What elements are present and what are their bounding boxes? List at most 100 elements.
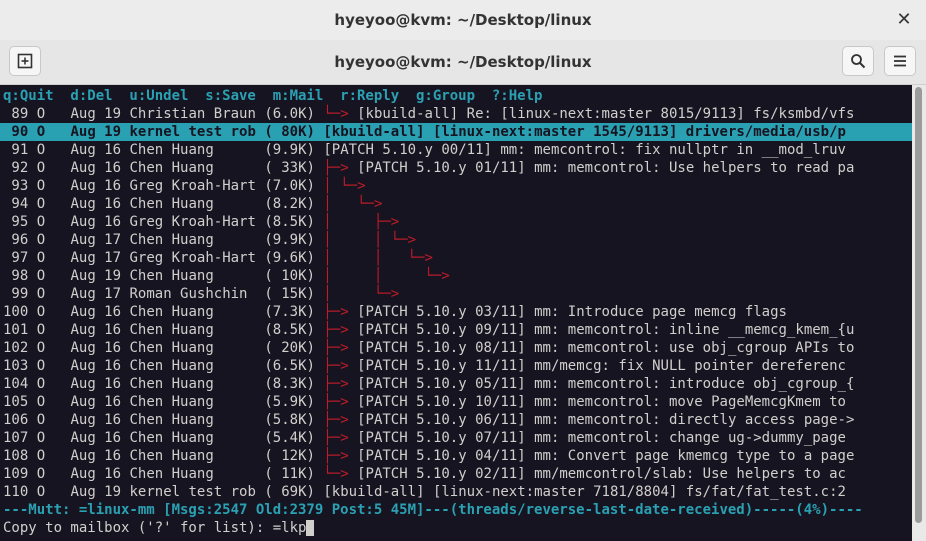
terminal-viewport[interactable]: q:Quit d:Del u:Undel s:Save m:Mail r:Rep…: [0, 85, 912, 541]
scrollbar-thumb[interactable]: [915, 87, 922, 523]
thread-tree: │ │ └─>: [314, 268, 450, 284]
message-row[interactable]: 107 O Aug 16 Chen Huang (5.4K) ├─> [PATC…: [3, 429, 846, 447]
message-sender: Chen Huang: [129, 430, 256, 446]
message-number: 102: [3, 340, 29, 356]
message-flag: O: [36, 268, 46, 284]
message-number: 97: [3, 250, 29, 266]
message-flag: O: [36, 250, 46, 266]
menu-button[interactable]: [884, 46, 916, 76]
message-size: ( 11K): [264, 466, 315, 482]
message-date: Aug 16: [70, 412, 122, 428]
message-sender: kernel test rob: [129, 484, 256, 500]
message-sender: Chen Huang: [129, 232, 256, 248]
terminal-scrollbar[interactable]: [912, 85, 926, 541]
message-row[interactable]: 100 O Aug 16 Chen Huang (7.3K) ├─> [PATC…: [3, 303, 787, 321]
thread-tree: ├─>: [314, 340, 349, 356]
message-number: 105: [3, 394, 29, 410]
window-title: hyeyoo@kvm: ~/Desktop/linux: [334, 11, 592, 29]
message-sender: Chen Huang: [129, 196, 256, 212]
message-sender: Chen Huang: [129, 268, 256, 284]
message-number: 100: [3, 304, 29, 320]
message-subject: [PATCH 5.10.y 02/11] mm/memcontrol/slab:…: [357, 466, 846, 482]
search-button[interactable]: [842, 46, 874, 76]
message-size: (8.5K): [264, 214, 315, 230]
message-row[interactable]: 101 O Aug 16 Chen Huang (8.5K) ├─> [PATC…: [3, 321, 854, 339]
message-sender: Chen Huang: [129, 448, 256, 464]
search-icon: [851, 54, 866, 69]
message-date: Aug 16: [70, 196, 122, 212]
message-size: (5.9K): [264, 394, 315, 410]
message-date: Aug 19: [70, 484, 122, 500]
thread-tree: │ │ └─>: [314, 232, 417, 248]
message-sender: Chen Huang: [129, 160, 256, 176]
message-flag: O: [36, 430, 46, 446]
message-row[interactable]: 110 O Aug 19 kernel test rob ( 69K) [kbu…: [3, 483, 846, 501]
message-size: ( 10K): [264, 268, 315, 284]
message-flag: O: [36, 196, 46, 212]
message-number: 108: [3, 448, 29, 464]
message-row[interactable]: 109 O Aug 16 Chen Huang ( 11K) └─> [PATC…: [3, 465, 846, 483]
message-size: ( 15K): [264, 286, 315, 302]
message-number: 103: [3, 358, 29, 374]
message-flag: O: [36, 160, 46, 176]
message-row[interactable]: 93 O Aug 16 Greg Kroah-Hart (7.0K) │ └─>: [3, 177, 374, 195]
message-sender: Roman Gushchin: [129, 286, 256, 302]
message-number: 91: [3, 142, 29, 158]
message-number: 99: [3, 286, 29, 302]
thread-tree: └─>: [314, 466, 349, 482]
message-number: 94: [3, 196, 29, 212]
message-date: Aug 16: [70, 160, 122, 176]
message-row[interactable]: 97 O Aug 17 Greg Kroah-Hart (9.6K) │ │ └…: [3, 249, 441, 267]
text-cursor: [306, 520, 315, 536]
message-date: Aug 16: [70, 322, 122, 338]
message-size: (8.3K): [264, 376, 315, 392]
message-row[interactable]: 108 O Aug 16 Chen Huang ( 12K) ├─> [PATC…: [3, 447, 854, 465]
message-row[interactable]: 96 O Aug 17 Chen Huang (9.9K) │ │ └─>: [3, 231, 425, 249]
message-row[interactable]: 105 O Aug 16 Chen Huang (5.9K) ├─> [PATC…: [3, 393, 846, 411]
thread-tree: │ ├─>: [314, 214, 400, 230]
message-sender: Chen Huang: [129, 340, 256, 356]
message-sender: kernel test rob: [129, 124, 256, 140]
message-size: ( 33K): [264, 160, 315, 176]
message-row[interactable]: 91 O Aug 16 Chen Huang (9.9K) [PATCH 5.1…: [3, 141, 846, 159]
mutt-help-bar: q:Quit d:Del u:Undel s:Save m:Mail r:Rep…: [0, 87, 912, 105]
message-sender: Chen Huang: [129, 358, 256, 374]
message-size: ( 20K): [264, 340, 315, 356]
message-date: Aug 19: [70, 106, 122, 122]
message-row[interactable]: 89 O Aug 19 Christian Braun (6.0K) └─> […: [3, 105, 854, 123]
message-size: (9.6K): [264, 250, 315, 266]
message-sender: Greg Kroah-Hart: [129, 214, 256, 230]
message-sender: Christian Braun: [129, 106, 256, 122]
message-subject: [PATCH 5.10.y 08/11] mm: memcontrol: use…: [357, 340, 855, 356]
message-sender: Chen Huang: [129, 322, 256, 338]
message-row[interactable]: 95 O Aug 16 Greg Kroah-Hart (8.5K) │ ├─>: [3, 213, 408, 231]
message-subject: [PATCH 5.10.y 05/11] mm: memcontrol: int…: [357, 376, 855, 392]
message-date: Aug 17: [70, 232, 122, 248]
message-subject: [PATCH 5.10.y 04/11] mm: Convert page km…: [357, 448, 855, 464]
thread-tree: ├─>: [314, 430, 349, 446]
message-row[interactable]: 90 O Aug 19 kernel test rob ( 80K) [kbui…: [0, 123, 912, 141]
thread-tree: └─>: [314, 106, 349, 122]
message-number: 101: [3, 322, 29, 338]
message-row[interactable]: 98 O Aug 19 Chen Huang ( 10K) │ │ └─>: [3, 267, 458, 285]
message-row[interactable]: 106 O Aug 16 Chen Huang (5.8K) ├─> [PATC…: [3, 411, 854, 429]
message-flag: O: [36, 448, 46, 464]
message-row[interactable]: 92 O Aug 16 Chen Huang ( 33K) ├─> [PATCH…: [3, 159, 854, 177]
message-sender: Chen Huang: [129, 412, 256, 428]
message-flag: O: [36, 394, 46, 410]
message-date: Aug 16: [70, 358, 122, 374]
message-date: Aug 17: [70, 250, 122, 266]
message-sender: Chen Huang: [129, 376, 256, 392]
message-row[interactable]: 104 O Aug 16 Chen Huang (8.3K) ├─> [PATC…: [3, 375, 854, 393]
thread-tree: ├─>: [314, 412, 349, 428]
close-icon[interactable]: ✕: [892, 8, 916, 32]
message-subject: [PATCH 5.10.y 10/11] mm: memcontrol: mov…: [357, 394, 846, 410]
message-size: (5.8K): [264, 412, 315, 428]
command-prompt[interactable]: Copy to mailbox ('?' for list): =lkp: [3, 519, 315, 537]
message-subject: [PATCH 5.10.y 03/11] mm: Introduce page …: [357, 304, 787, 320]
message-size: (8.5K): [264, 322, 315, 338]
message-row[interactable]: 103 O Aug 16 Chen Huang (6.5K) ├─> [PATC…: [3, 357, 846, 375]
message-row[interactable]: 99 O Aug 17 Roman Gushchin ( 15K) │ └─>: [3, 285, 408, 303]
message-row[interactable]: 94 O Aug 16 Chen Huang (8.2K) │ └─>: [3, 195, 391, 213]
message-row[interactable]: 102 O Aug 16 Chen Huang ( 20K) ├─> [PATC…: [3, 339, 854, 357]
